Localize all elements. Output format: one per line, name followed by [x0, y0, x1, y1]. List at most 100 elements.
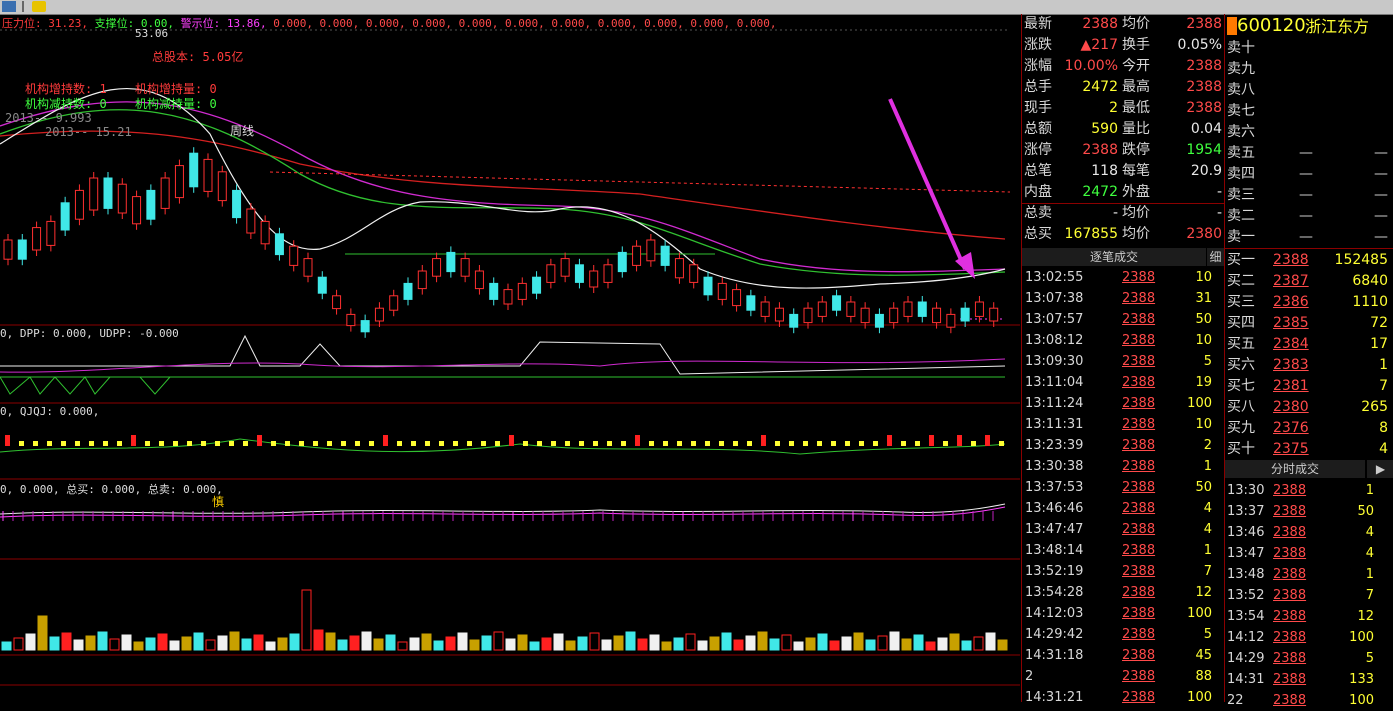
trade-row[interactable]: 13:11:24 2388 100 — [1022, 393, 1224, 414]
trade-row[interactable]: 13:52:19 2388 7 — [1022, 561, 1224, 582]
trade-volume: 45 — [1195, 648, 1212, 663]
candle-body — [103, 177, 113, 209]
buy-order-row[interactable]: 买五 2384 17 — [1225, 334, 1393, 355]
volume-bar — [181, 636, 192, 651]
quote-label: 今开 — [1122, 58, 1150, 74]
trade-row[interactable]: 13:30:38 2388 1 — [1022, 456, 1224, 477]
candle-body — [417, 270, 427, 290]
minute-volume: 100 — [1349, 693, 1374, 708]
candle-body — [560, 258, 570, 277]
minute-volume: 50 — [1357, 504, 1374, 519]
minute-trade-row[interactable]: 14:29 2388 5 — [1225, 648, 1393, 669]
trades-detail-button[interactable]: 细 — [1207, 248, 1224, 266]
volume-bar — [337, 639, 348, 651]
trade-time: 14:31:21 — [1025, 690, 1084, 705]
minute-trade-row[interactable]: 13:46 2388 4 — [1225, 522, 1393, 543]
quote-label: 内盘 — [1024, 184, 1052, 200]
trade-row[interactable]: 13:11:31 2388 10 — [1022, 414, 1224, 435]
minute-time: 13:37 — [1227, 504, 1265, 519]
candle-body — [832, 295, 842, 311]
sell-order-row[interactable]: 卖七 — [1225, 101, 1393, 122]
order-volume: 6840 — [1352, 273, 1388, 289]
sell-order-row[interactable]: 卖五 — — — [1225, 143, 1393, 164]
buy-order-row[interactable]: 买十 2375 4 — [1225, 439, 1393, 460]
sell-order-row[interactable]: 卖十 — [1225, 38, 1393, 59]
app-icon[interactable] — [2, 1, 16, 12]
trade-price: 2388 — [1122, 627, 1156, 642]
order-volume: — — [1374, 208, 1388, 224]
qjqj-bar — [677, 441, 682, 446]
trade-row[interactable]: 13:47:47 2388 4 — [1022, 519, 1224, 540]
order-volume: — — [1374, 145, 1388, 161]
candle-body — [260, 220, 270, 245]
trade-row[interactable]: 13:46:46 2388 4 — [1022, 498, 1224, 519]
trade-price: 2388 — [1122, 564, 1156, 579]
volume-bar — [541, 637, 552, 651]
sell-order-row[interactable]: 卖四 — — — [1225, 164, 1393, 185]
sell-order-row[interactable]: 卖三 — — — [1225, 185, 1393, 206]
sell-order-row[interactable]: 卖一 — — — [1225, 227, 1393, 248]
market-flag-icon — [1227, 17, 1237, 35]
minute-trade-row[interactable]: 13:37 2388 50 — [1225, 501, 1393, 522]
qjqj-bar — [425, 441, 430, 446]
sell-order-row[interactable]: 卖六 — [1225, 122, 1393, 143]
volume-bar — [481, 635, 492, 651]
trade-row[interactable]: 14:31:21 2388 100 — [1022, 687, 1224, 708]
sell-order-row[interactable]: 卖八 — [1225, 80, 1393, 101]
minute-trade-row[interactable]: 13:52 2388 7 — [1225, 585, 1393, 606]
sell-order-row[interactable]: 卖九 — [1225, 59, 1393, 80]
volume-bar — [325, 632, 336, 651]
volume-bar — [313, 629, 324, 651]
trade-row[interactable]: 13:48:14 2388 1 — [1022, 540, 1224, 561]
minute-trades-next-button[interactable]: ▶ — [1367, 460, 1393, 478]
qjqj-bar — [719, 441, 724, 446]
minute-trade-row[interactable]: 13:48 2388 1 — [1225, 564, 1393, 585]
trade-volume: 1 — [1203, 459, 1212, 474]
volume-bar — [169, 640, 180, 651]
buy-order-row[interactable]: 买七 2381 7 — [1225, 376, 1393, 397]
buy-order-row[interactable]: 买二 2387 6840 — [1225, 271, 1393, 292]
diamond-icon[interactable] — [32, 1, 46, 12]
trade-row[interactable]: 13:23:39 2388 2 — [1022, 435, 1224, 456]
quote-row: 总买 167855 均价 2380 — [1022, 224, 1224, 245]
buy-order-row[interactable]: 买四 2385 72 — [1225, 313, 1393, 334]
volume-bar — [661, 641, 672, 651]
buy-order-row[interactable]: 买九 2376 8 — [1225, 418, 1393, 439]
buy-order-row[interactable]: 买一 2388 152485 — [1225, 250, 1393, 271]
kline-chart-area[interactable]: 压力位: 31.23, 支撑位: 0.00, 警示位: 13.86, 0.000… — [0, 14, 1020, 702]
minute-trade-row[interactable]: 13:47 2388 4 — [1225, 543, 1393, 564]
trade-row[interactable]: 13:54:28 2388 12 — [1022, 582, 1224, 603]
minute-trade-row[interactable]: 22 2388 100 — [1225, 690, 1393, 711]
trade-row[interactable]: 13:11:04 2388 19 — [1022, 372, 1224, 393]
candle-body — [789, 313, 799, 328]
buy-order-row[interactable]: 买八 2380 265 — [1225, 397, 1393, 418]
trade-row[interactable]: 13:07:57 2388 50 — [1022, 309, 1224, 330]
trades-header[interactable]: 逐笔成交 — [1022, 248, 1206, 266]
volume-bar — [841, 636, 852, 651]
trade-row[interactable]: 2 2388 88 — [1022, 666, 1224, 687]
minute-trade-row[interactable]: 14:12 2388 100 — [1225, 627, 1393, 648]
trade-row[interactable]: 13:08:12 2388 10 — [1022, 330, 1224, 351]
qjqj-bar — [313, 441, 318, 446]
qjqj-bar — [19, 441, 24, 446]
buy-order-row[interactable]: 买三 2386 1110 — [1225, 292, 1393, 313]
trade-row[interactable]: 14:31:18 2388 45 — [1022, 645, 1224, 666]
trade-row[interactable]: 13:07:38 2388 31 — [1022, 288, 1224, 309]
trade-row[interactable]: 13:09:30 2388 5 — [1022, 351, 1224, 372]
trade-time: 14:12:03 — [1025, 606, 1084, 621]
trade-row[interactable]: 14:12:03 2388 100 — [1022, 603, 1224, 624]
qjqj-bar — [47, 441, 52, 446]
trade-row[interactable]: 14:29:42 2388 5 — [1022, 624, 1224, 645]
qjqj-bar — [215, 441, 220, 446]
candle-body — [89, 177, 99, 211]
minute-trade-row[interactable]: 13:54 2388 12 — [1225, 606, 1393, 627]
sell-order-row[interactable]: 卖二 — — — [1225, 206, 1393, 227]
minute-trade-row[interactable]: 13:30 2388 1 — [1225, 480, 1393, 501]
trade-row[interactable]: 13:02:55 2388 10 — [1022, 267, 1224, 288]
buy-order-row[interactable]: 买六 2383 1 — [1225, 355, 1393, 376]
minute-trades-header[interactable]: 分时成交 — [1225, 460, 1365, 478]
minute-trade-row[interactable]: 14:31 2388 133 — [1225, 669, 1393, 690]
order-price: — — [1299, 166, 1313, 182]
trade-row[interactable]: 13:37:53 2388 50 — [1022, 477, 1224, 498]
volume-bar — [901, 638, 912, 651]
